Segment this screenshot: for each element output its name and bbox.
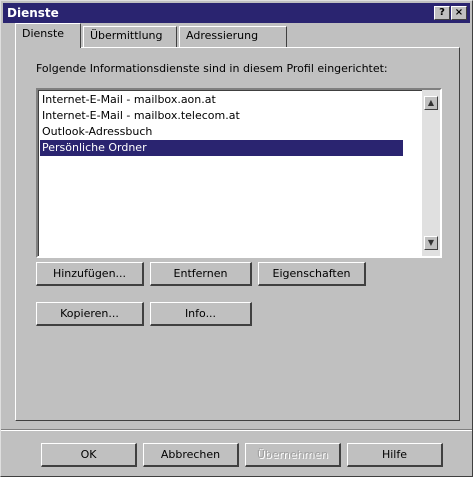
arrow-up-icon: ▲ bbox=[427, 98, 435, 107]
tab-panel: Folgende Informationsdienste sind in die… bbox=[15, 47, 460, 421]
tab-uebermittlung[interactable]: Übermittlung bbox=[83, 26, 177, 47]
tab-dienste[interactable]: Dienste bbox=[15, 23, 81, 48]
question-icon: ? bbox=[439, 7, 445, 18]
ok-button[interactable]: OK bbox=[41, 443, 137, 467]
cancel-button[interactable]: Abbrechen bbox=[143, 443, 239, 467]
list-item[interactable]: Internet-E-Mail - mailbox.aon.at bbox=[40, 92, 403, 108]
apply-button[interactable]: Übernehmen bbox=[245, 443, 341, 467]
list-scrollbar[interactable]: ▲ ▼ bbox=[422, 90, 440, 256]
close-icon: × bbox=[454, 7, 464, 18]
list-item[interactable]: Outlook-Adressbuch bbox=[40, 124, 403, 140]
help-button[interactable]: Hilfe bbox=[347, 443, 443, 467]
list-item[interactable]: Internet-E-Mail - mailbox.telecom.at bbox=[40, 108, 403, 124]
arrow-down-icon: ▼ bbox=[427, 238, 435, 247]
scroll-down-button[interactable]: ▼ bbox=[424, 236, 438, 250]
title-bar: Dienste ? × bbox=[3, 3, 470, 23]
properties-button[interactable]: Eigenschaften bbox=[258, 262, 366, 286]
copy-button[interactable]: Kopieren... bbox=[36, 302, 144, 326]
tab-adressierung[interactable]: Adressierung bbox=[179, 26, 287, 47]
help-title-button[interactable]: ? bbox=[434, 6, 450, 20]
services-dialog: Dienste ? × Dienste Übermittlung Adressi… bbox=[0, 0, 473, 477]
scroll-up-button[interactable]: ▲ bbox=[424, 96, 438, 110]
list-item-selected[interactable]: Persönliche Ordner bbox=[40, 140, 403, 156]
footer-divider bbox=[1, 429, 472, 431]
window-title: Dienste bbox=[7, 6, 59, 20]
remove-button[interactable]: Entfernen bbox=[150, 262, 252, 286]
services-list: Internet-E-Mail - mailbox.aon.at Interne… bbox=[40, 92, 403, 156]
add-button[interactable]: Hinzufügen... bbox=[36, 262, 144, 286]
close-button[interactable]: × bbox=[451, 6, 467, 20]
services-caption: Folgende Informationsdienste sind in die… bbox=[36, 62, 388, 75]
services-listbox[interactable]: Internet-E-Mail - mailbox.aon.at Interne… bbox=[36, 88, 442, 258]
info-button[interactable]: Info... bbox=[150, 302, 252, 326]
